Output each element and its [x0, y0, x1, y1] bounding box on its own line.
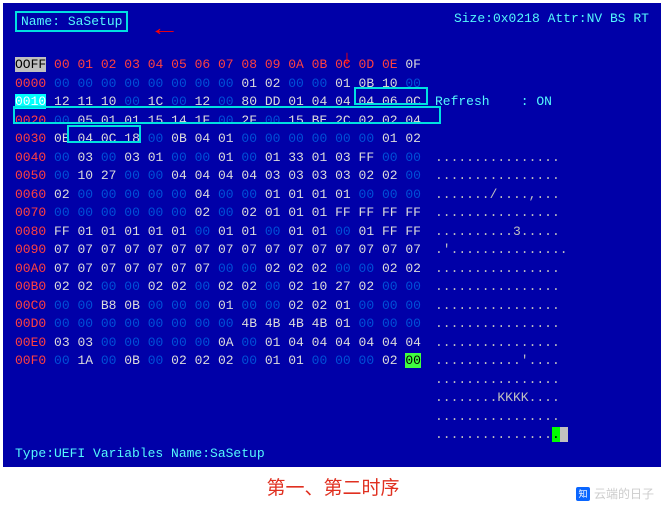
ascii-row: ................ — [435, 371, 568, 390]
watermark-text: 云端的日子 — [594, 485, 654, 502]
hex-row[interactable]: 00B0 02 02 00 00 02 02 00 02 02 00 02 10… — [15, 278, 421, 297]
terminal-window: Name: SaSetup Size:0x0218 Attr:NV BS RT … — [3, 3, 661, 467]
row-offset: 0040 — [15, 150, 46, 165]
row-offset: 0050 — [15, 168, 46, 183]
variable-name-box: Name: SaSetup — [15, 11, 128, 32]
hex-grid[interactable]: OOFF 00 01 02 03 04 05 06 07 08 09 0A 0B… — [15, 56, 421, 482]
ascii-row: ................ — [435, 297, 568, 316]
ascii-row: ................ — [435, 167, 568, 186]
ascii-row: ................ — [435, 315, 568, 334]
hex-row[interactable]: 0020 00 05 01 01 15 14 1F 00 2F 00 15 BE… — [15, 112, 421, 131]
ascii-row: ................ — [435, 149, 568, 168]
ascii-row: ...........'.... — [435, 352, 568, 371]
hex-row[interactable]: 0030 0B 04 0C 18 00 0B 04 01 00 00 00 00… — [15, 130, 421, 149]
hex-row[interactable]: 00F0 00 1A 00 0B 00 02 02 02 00 01 01 00… — [15, 352, 421, 371]
hex-row[interactable]: 0090 07 07 07 07 07 07 07 07 07 07 07 07… — [15, 241, 421, 260]
hex-row[interactable]: 0000 00 00 00 00 00 00 00 00 01 02 00 00… — [15, 75, 421, 94]
ascii-row: ................ — [435, 426, 568, 445]
hex-row[interactable]: 0080 FF 01 01 01 01 01 00 01 01 00 01 01… — [15, 223, 421, 242]
col-0F: 0F — [405, 57, 421, 72]
name-value: SaSetup — [68, 14, 123, 29]
row-offset: 0030 — [15, 131, 46, 146]
row-offset: 0060 — [15, 187, 46, 202]
hex-row[interactable]: 0040 00 03 00 03 01 00 00 01 00 01 33 01… — [15, 149, 421, 168]
ascii-row: ..........3..... — [435, 223, 568, 242]
row-offset: 0020 — [15, 113, 46, 128]
row-offset: 00C0 — [15, 298, 46, 313]
hex-row[interactable]: 00C0 00 00 B8 0B 00 00 00 01 00 00 02 02… — [15, 297, 421, 316]
row-offset: 00F0 — [15, 353, 46, 368]
row-offset: 00B0 — [15, 279, 46, 294]
row-offset: 0080 — [15, 224, 46, 239]
zhihu-logo-icon: 知 — [576, 487, 590, 501]
ascii-row: .'............... — [435, 241, 568, 260]
ascii-column: Refresh : ON ...........................… — [435, 56, 568, 482]
name-label: Name: — [21, 14, 60, 29]
footer-type-line: Type:UEFI Variables Name:SaSetup — [15, 446, 265, 461]
hex-area: OOFF 00 01 02 03 04 05 06 07 08 09 0A 0B… — [15, 56, 649, 482]
offset-header-cell: OOFF — [15, 57, 46, 72]
arrow-down-icon: ↓ — [341, 48, 353, 71]
header-row: Name: SaSetup Size:0x0218 Attr:NV BS RT — [15, 11, 649, 32]
ascii-row: ................ — [435, 204, 568, 223]
row-offset: 0010 — [15, 94, 46, 109]
hex-column-header: OOFF 00 01 02 03 04 05 06 07 08 09 0A 0B… — [15, 56, 421, 75]
arrow-left-icon: ← — [155, 17, 173, 42]
hex-row[interactable]: 0010 12 11 10 00 1C 00 12 00 80 DD 01 04… — [15, 93, 421, 112]
ascii-row: ........KKKK.... — [435, 389, 568, 408]
row-offset: 00A0 — [15, 261, 46, 276]
ascii-row: ................ — [435, 334, 568, 353]
ascii-row: ................ — [435, 260, 568, 279]
hex-row[interactable]: 00A0 07 07 07 07 07 07 07 00 00 02 02 02… — [15, 260, 421, 279]
row-offset: 00E0 — [15, 335, 46, 350]
row-offset: 0090 — [15, 242, 46, 257]
hex-row[interactable]: 0050 00 10 27 00 00 04 04 04 04 03 03 03… — [15, 167, 421, 186]
hex-row[interactable]: 00D0 00 00 00 00 00 00 00 00 4B 4B 4B 4B… — [15, 315, 421, 334]
row-offset: 0000 — [15, 76, 46, 91]
row-offset: 0070 — [15, 205, 46, 220]
refresh-status: Refresh : ON — [435, 93, 568, 112]
hex-row[interactable]: 0060 02 00 00 00 00 00 04 00 00 01 01 01… — [15, 186, 421, 205]
size-attr: Size:0x0218 Attr:NV BS RT — [454, 11, 649, 32]
ascii-row: ................ — [435, 408, 568, 427]
hex-row[interactable]: 00E0 03 03 00 00 00 00 00 0A 00 01 04 04… — [15, 334, 421, 353]
ascii-row: ................ — [435, 278, 568, 297]
ascii-row: ......./....,... — [435, 186, 568, 205]
watermark: 知 云端的日子 — [576, 485, 654, 502]
hex-row[interactable]: 0070 00 00 00 00 00 00 02 00 02 01 01 01… — [15, 204, 421, 223]
row-offset: 00D0 — [15, 316, 46, 331]
